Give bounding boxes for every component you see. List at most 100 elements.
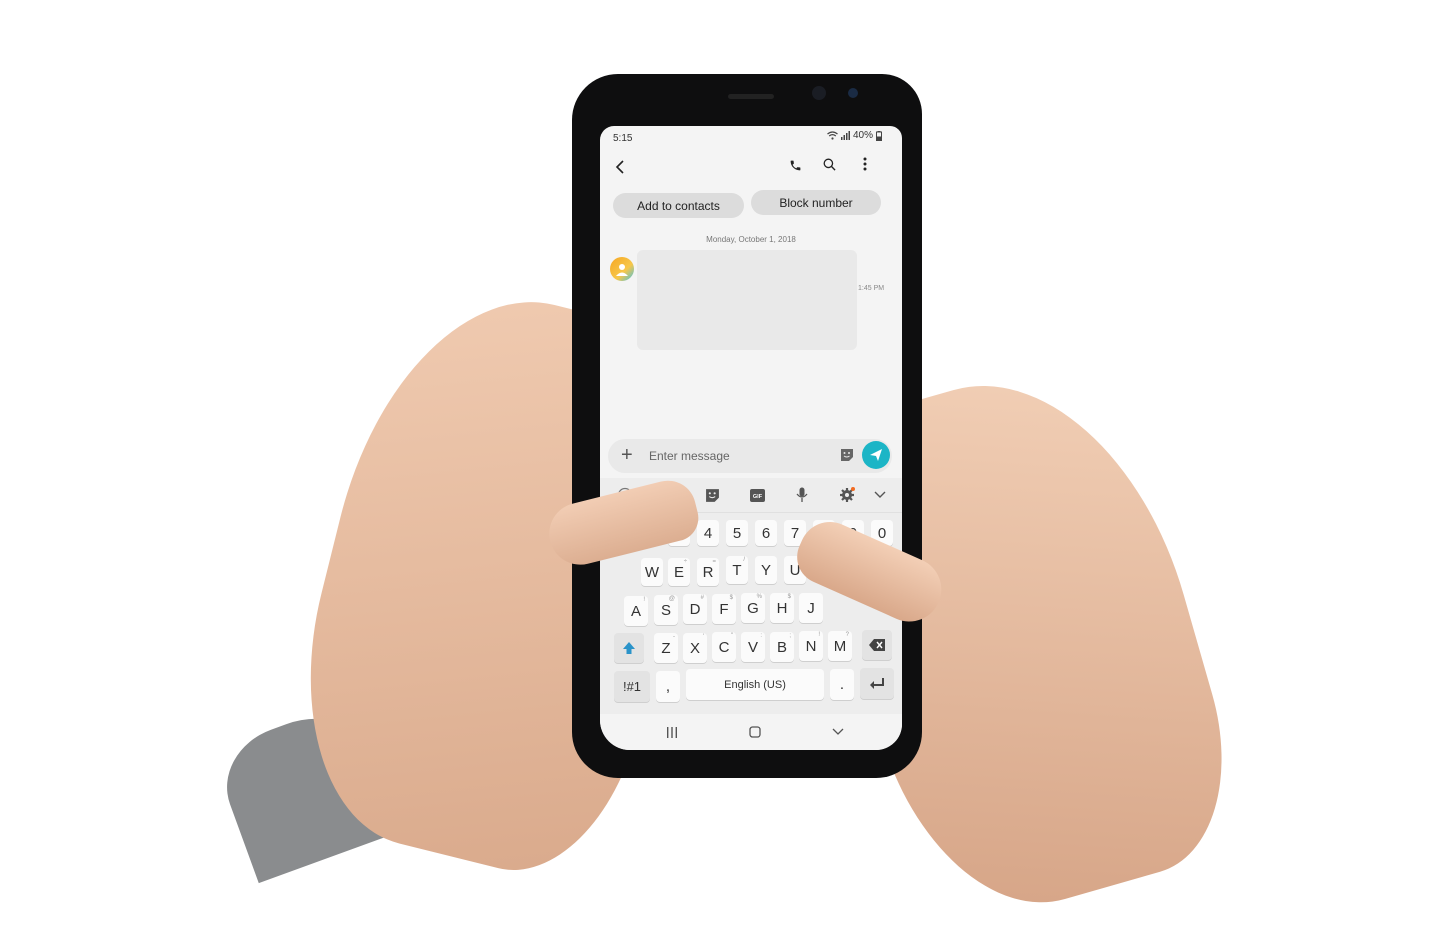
keyboard-settings-tool[interactable]: [838, 486, 856, 504]
message-composer: +: [608, 439, 892, 473]
status-bar: 5:15 40%: [600, 126, 902, 148]
comma-key[interactable]: ,: [656, 671, 680, 702]
key-symbol: @: [668, 596, 675, 602]
key-symbol: =: [712, 559, 716, 565]
gif-tool[interactable]: GIF: [748, 486, 766, 504]
key-v[interactable]: :V: [741, 632, 765, 662]
key-c[interactable]: " C: [712, 632, 736, 662]
key-symbol: $: [729, 595, 733, 601]
key-s[interactable]: @ S: [654, 595, 678, 625]
message-input[interactable]: [649, 447, 829, 465]
hide-keyboard-button[interactable]: [827, 722, 849, 742]
attach-plus-icon[interactable]: +: [621, 445, 633, 465]
contact-avatar[interactable]: [610, 257, 634, 281]
key-label: 6: [761, 524, 771, 542]
key-w[interactable]: W: [641, 558, 663, 586]
key-label: C: [718, 638, 730, 656]
back-arrow-icon: [615, 160, 624, 174]
sticker-icon: [705, 488, 719, 502]
phone-screen: 5:15 40% Add to contacts Block number Mo…: [600, 126, 902, 750]
key-symbol: %: [756, 594, 762, 600]
block-number-button[interactable]: Block number: [751, 190, 881, 215]
key-label: D: [689, 600, 701, 618]
key-x[interactable]: ' X: [683, 633, 707, 663]
key-symbol: ;: [789, 633, 791, 639]
home-button[interactable]: [744, 722, 766, 742]
key-symbol: ": [730, 633, 733, 639]
sticker-button[interactable]: [840, 448, 854, 462]
key-label: Z: [661, 639, 671, 657]
enter-arrow-icon: [870, 677, 884, 689]
key-label: 5: [732, 524, 742, 542]
key-label: B: [776, 638, 787, 656]
key-z[interactable]: -Z: [654, 633, 678, 663]
key-t[interactable]: / T: [726, 556, 748, 584]
key-b[interactable]: ; B: [770, 632, 794, 662]
key-h[interactable]: $ H: [770, 593, 794, 623]
person-icon: [616, 264, 628, 276]
battery-icon: [876, 130, 882, 141]
key-j[interactable]: J: [799, 593, 823, 623]
key-label: E: [673, 563, 684, 581]
collapse-toolbar[interactable]: [871, 486, 889, 504]
navigation-bar: [600, 714, 902, 750]
key-symbol: /: [743, 557, 745, 563]
key-a[interactable]: ! A: [624, 596, 648, 626]
enter-key[interactable]: [860, 668, 894, 699]
chevron-down-icon: [874, 491, 886, 498]
key-label: 7: [790, 524, 800, 542]
search-button[interactable]: [817, 152, 841, 176]
key-symbol: #: [700, 595, 704, 601]
key-5[interactable]: 5: [726, 520, 748, 546]
key-6[interactable]: 6: [755, 520, 777, 546]
key-label: G: [747, 599, 759, 617]
key-e[interactable]: ÷ E: [668, 558, 690, 586]
shift-key[interactable]: [614, 633, 644, 663]
key-label: A: [630, 602, 641, 620]
backspace-key[interactable]: [862, 630, 892, 660]
key-g[interactable]: % G: [741, 593, 765, 623]
recent-apps-button[interactable]: [661, 722, 683, 742]
microphone-icon: [796, 487, 808, 502]
front-camera: [812, 86, 826, 100]
battery-percent: 40%: [852, 130, 873, 141]
message-bubble[interactable]: [637, 250, 857, 350]
key-symbol: $: [787, 594, 791, 600]
call-button[interactable]: [783, 153, 807, 177]
more-options-button[interactable]: [853, 152, 877, 176]
phone-icon: [790, 160, 800, 170]
add-to-contacts-button[interactable]: Add to contacts: [613, 193, 744, 218]
key-label: X: [689, 639, 700, 657]
key-f[interactable]: $ F: [712, 594, 736, 624]
key-r[interactable]: = R: [697, 558, 719, 586]
key-label: W: [644, 563, 660, 581]
period-key[interactable]: .: [830, 669, 854, 700]
iris-sensor: [848, 88, 858, 98]
key-symbol: :: [760, 633, 762, 639]
gif-icon: GIF: [749, 488, 765, 502]
key-label: V: [747, 638, 758, 656]
space-bar[interactable]: English (US): [686, 669, 824, 700]
send-button[interactable]: [862, 441, 890, 469]
key-symbol: !: [818, 632, 820, 638]
signal-icon: [840, 131, 850, 140]
key-d[interactable]: # D: [683, 594, 707, 624]
symbols-key[interactable]: !#1: [614, 671, 650, 702]
key-symbol: -: [673, 634, 675, 640]
key-symbol: ': [702, 634, 704, 640]
back-button[interactable]: [608, 155, 632, 179]
key-y[interactable]: Y: [755, 556, 777, 584]
key-n[interactable]: ! N: [799, 631, 823, 661]
search-icon: [823, 158, 836, 171]
message-timestamp: 1:45 PM: [858, 285, 885, 292]
date-separator: Monday, October 1, 2018: [706, 235, 796, 244]
key-label: R: [702, 563, 714, 581]
voice-input-tool[interactable]: [793, 486, 811, 504]
sticker-tool[interactable]: [703, 486, 721, 504]
key-m[interactable]: ? M: [828, 631, 852, 661]
earpiece-speaker: [728, 94, 774, 99]
send-icon: [870, 449, 882, 461]
key-symbol: ÷: [683, 559, 687, 565]
key-4[interactable]: 4: [697, 520, 719, 546]
wifi-icon: [827, 131, 838, 140]
